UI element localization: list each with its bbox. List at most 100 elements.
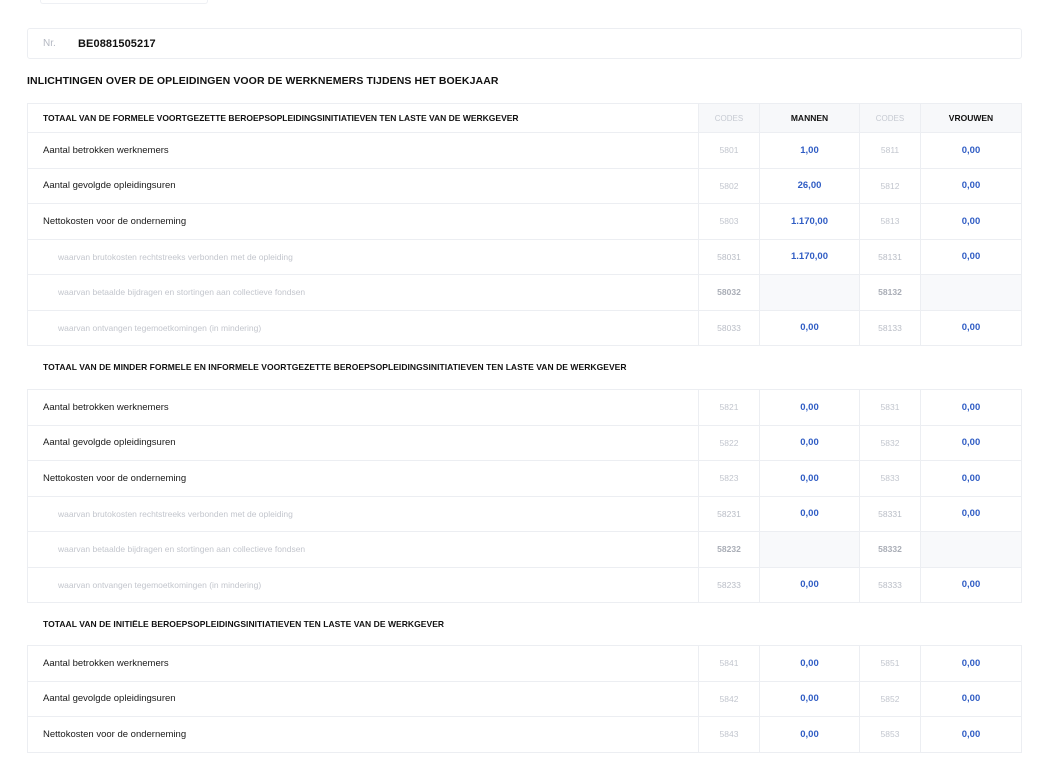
value-mannen: 0,00 <box>760 646 860 681</box>
value-vrouwen: 0,00 <box>961 215 981 227</box>
table-row: waarvan betaalde bijdragen en stortingen… <box>27 275 1022 311</box>
value-mannen: 1,00 <box>760 133 860 168</box>
vrouwen-header: VROUWEN <box>921 104 1021 132</box>
code-vrouwen: 5832 <box>860 425 921 460</box>
section3-table: Aantal betrokken werknemers 5841 0,00 58… <box>27 645 1022 753</box>
value-mannen: 0,00 <box>760 717 860 752</box>
code-mannen: 58033 <box>699 310 760 345</box>
code-vrouwen: 5851 <box>860 646 921 681</box>
value-mannen <box>760 532 860 567</box>
row-label: Aantal betrokken werknemers <box>28 133 699 168</box>
value-mannen: 26,00 <box>760 168 860 203</box>
section1-heading: TOTAAL VAN DE FORMELE VOORTGEZETTE BEROE… <box>28 104 699 132</box>
row-label: Aantal betrokken werknemers <box>28 390 699 425</box>
value-vrouwen: 0,00 <box>961 579 981 591</box>
code-mannen: 58233 <box>699 567 760 602</box>
company-number-label: Nr. <box>43 38 56 49</box>
code-mannen: 5842 <box>699 681 760 716</box>
code-mannen: 58231 <box>699 496 760 531</box>
code-vrouwen: 5811 <box>860 133 921 168</box>
code-vrouwen: 58332 <box>860 532 921 567</box>
value-mannen: 0,00 <box>760 310 860 345</box>
table-row: waarvan ontvangen tegemoetkomingen (in m… <box>27 310 1022 346</box>
table-header-row: TOTAAL VAN DE FORMELE VOORTGEZETTE BEROE… <box>27 104 1022 133</box>
section2-heading: TOTAAL VAN DE MINDER FORMELE EN INFORMEL… <box>43 362 627 372</box>
row-label: Aantal gevolgde opleidingsuren <box>28 425 699 460</box>
table-row: Aantal betrokken werknemers 5801 1,00 58… <box>27 133 1022 169</box>
row-label: waarvan brutokosten rechtstreeks verbond… <box>28 239 699 274</box>
mannen-header: MANNEN <box>760 104 860 132</box>
table-row: Aantal gevolgde opleidingsuren 5822 0,00… <box>27 425 1022 461</box>
row-label: Aantal gevolgde opleidingsuren <box>28 681 699 716</box>
code-mannen: 58032 <box>699 275 760 310</box>
table-row: Nettokosten voor de onderneming 5843 0,0… <box>27 717 1022 753</box>
table-row: waarvan ontvangen tegemoetkomingen (in m… <box>27 567 1022 603</box>
value-vrouwen: 0,00 <box>961 322 981 334</box>
code-vrouwen: 58131 <box>860 239 921 274</box>
page-title: INLICHTINGEN OVER DE OPLEIDINGEN VOOR DE… <box>27 75 499 87</box>
table-row: waarvan brutokosten rechtstreeks verbond… <box>27 496 1022 532</box>
table-row: Aantal betrokken werknemers 5841 0,00 58… <box>27 646 1022 682</box>
row-label: waarvan betaalde bijdragen en stortingen… <box>28 532 699 567</box>
code-mannen: 5822 <box>699 425 760 460</box>
value-vrouwen: 0,00 <box>961 144 981 156</box>
code-vrouwen: 5831 <box>860 390 921 425</box>
table-row: Nettokosten voor de onderneming 5823 0,0… <box>27 461 1022 497</box>
table-row: Aantal gevolgde opleidingsuren 5842 0,00… <box>27 681 1022 717</box>
value-mannen: 0,00 <box>760 681 860 716</box>
value-vrouwen: 0,00 <box>961 251 981 263</box>
value-vrouwen: 0,00 <box>961 728 981 740</box>
value-vrouwen: 0,00 <box>961 180 981 192</box>
row-label: waarvan ontvangen tegemoetkomingen (in m… <box>28 567 699 602</box>
value-vrouwen: 0,00 <box>961 508 981 520</box>
value-vrouwen: 0,00 <box>961 437 981 449</box>
row-label: Nettokosten voor de onderneming <box>28 717 699 752</box>
code-vrouwen: 58333 <box>860 567 921 602</box>
table-row: Aantal gevolgde opleidingsuren 5802 26,0… <box>27 168 1022 204</box>
value-mannen: 0,00 <box>760 390 860 425</box>
top-card-remnant <box>40 0 208 4</box>
section2-table: Aantal betrokken werknemers 5821 0,00 58… <box>27 389 1022 603</box>
company-number-box: Nr. BE0881505217 <box>27 28 1022 59</box>
value-vrouwen: 0,00 <box>961 657 981 669</box>
value-mannen: 0,00 <box>760 496 860 531</box>
row-label: Nettokosten voor de onderneming <box>28 204 699 239</box>
value-mannen: 0,00 <box>760 461 860 496</box>
code-vrouwen: 5812 <box>860 168 921 203</box>
code-mannen: 5843 <box>699 717 760 752</box>
value-vrouwen: 0,00 <box>961 472 981 484</box>
code-vrouwen: 5853 <box>860 717 921 752</box>
table-row: Aantal betrokken werknemers 5821 0,00 58… <box>27 390 1022 426</box>
row-label: waarvan brutokosten rechtstreeks verbond… <box>28 496 699 531</box>
value-vrouwen: 0,00 <box>961 401 981 413</box>
row-label: Aantal betrokken werknemers <box>28 646 699 681</box>
value-vrouwen: 0,00 <box>961 693 981 705</box>
code-mannen: 5823 <box>699 461 760 496</box>
code-vrouwen: 5813 <box>860 204 921 239</box>
code-vrouwen: 58331 <box>860 496 921 531</box>
row-label: waarvan betaalde bijdragen en stortingen… <box>28 275 699 310</box>
value-vrouwen <box>921 275 1021 310</box>
code-mannen: 5802 <box>699 168 760 203</box>
code-mannen: 5801 <box>699 133 760 168</box>
code-mannen: 5803 <box>699 204 760 239</box>
codes-header: CODES <box>860 104 921 132</box>
code-vrouwen: 5852 <box>860 681 921 716</box>
codes-header: CODES <box>699 104 760 132</box>
code-vrouwen: 58133 <box>860 310 921 345</box>
value-vrouwen <box>921 532 1021 567</box>
row-label: Aantal gevolgde opleidingsuren <box>28 168 699 203</box>
code-mannen: 5821 <box>699 390 760 425</box>
code-vrouwen: 58132 <box>860 275 921 310</box>
table-row: Nettokosten voor de onderneming 5803 1.1… <box>27 204 1022 240</box>
code-mannen: 58031 <box>699 239 760 274</box>
section3-heading: TOTAAL VAN DE INITIËLE BEROEPSOPLEIDINGS… <box>43 619 445 629</box>
value-mannen: 0,00 <box>760 567 860 602</box>
value-mannen <box>760 275 860 310</box>
value-mannen: 0,00 <box>760 425 860 460</box>
value-mannen: 1.170,00 <box>760 239 860 274</box>
section1-table: TOTAAL VAN DE FORMELE VOORTGEZETTE BEROE… <box>27 103 1022 346</box>
table-row: waarvan brutokosten rechtstreeks verbond… <box>27 239 1022 275</box>
table-row: waarvan betaalde bijdragen en stortingen… <box>27 532 1022 568</box>
code-vrouwen: 5833 <box>860 461 921 496</box>
